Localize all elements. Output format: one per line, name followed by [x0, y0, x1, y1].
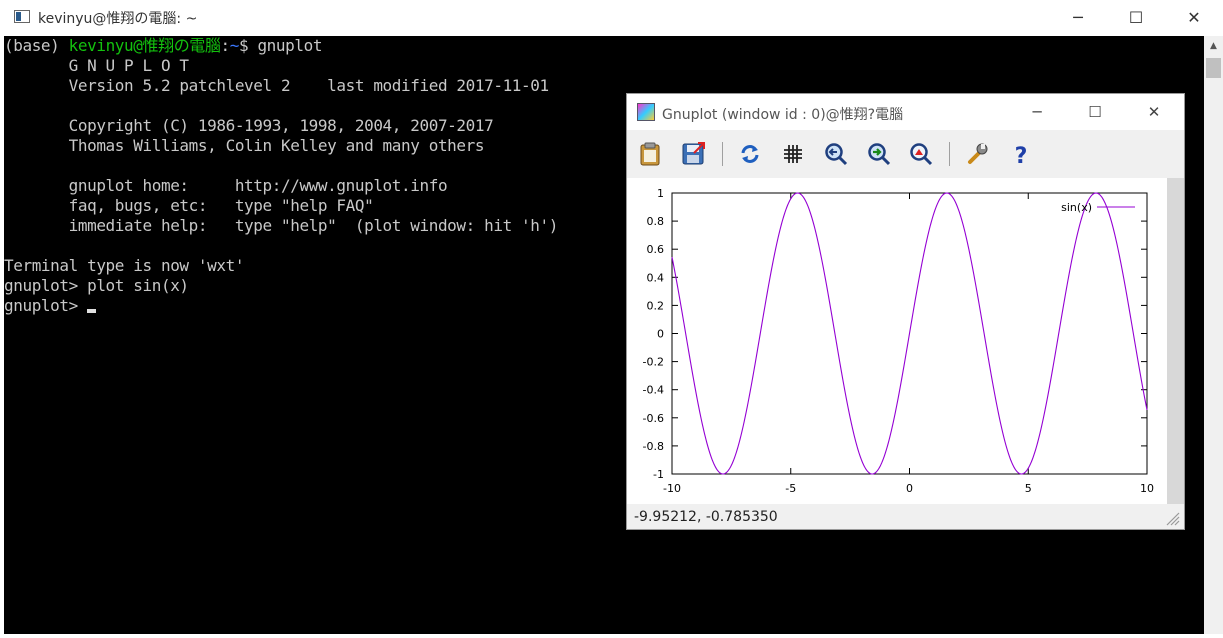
legend-label: sin(x)	[1061, 201, 1092, 214]
zoom-next-icon[interactable]	[864, 139, 894, 169]
y-tick-label: 0.4	[647, 271, 665, 284]
gnuplot-close-button[interactable]: ✕	[1125, 94, 1183, 130]
gnuplot-toolbar: ?	[627, 132, 1184, 178]
y-tick-label: 0.2	[647, 299, 665, 312]
x-tick-label: 10	[1140, 482, 1154, 495]
gnuplot-titlebar: Gnuplot (window id : 0)@惟翔?電腦 ─ ☐ ✕	[627, 94, 1184, 130]
replot-icon[interactable]	[735, 139, 765, 169]
terminal-cursor	[87, 309, 97, 313]
scrollbar-thumb[interactable]	[1206, 58, 1221, 78]
config-wrench-icon[interactable]	[963, 139, 993, 169]
terminal-scrollbar[interactable]: ▲	[1204, 36, 1223, 634]
terminal-window-title: kevinyu@惟翔の電腦: ~	[38, 11, 198, 27]
help-icon[interactable]: ?	[1006, 139, 1036, 169]
x-tick-label: -10	[663, 482, 681, 495]
x-tick-label: 0	[906, 482, 913, 495]
terminal-titlebar: kevinyu@惟翔の電腦: ~ ─ ☐ ✕	[0, 0, 1223, 36]
terminal-text: (base) kevinyu@惟翔の電腦:~$ gnuplot G N U P …	[4, 36, 558, 316]
resize-grip-icon[interactable]	[1164, 510, 1180, 526]
terminal-maximize-button[interactable]: ☐	[1107, 0, 1165, 34]
gnuplot-statusbar: -9.95212, -0.785350	[627, 504, 1184, 529]
copy-clipboard-icon[interactable]	[635, 139, 665, 169]
y-tick-label: -0.2	[643, 356, 664, 369]
y-tick-label: 0.6	[647, 243, 665, 256]
y-tick-label: 1	[657, 187, 664, 200]
svg-text:?: ?	[1015, 144, 1028, 167]
gnuplot-maximize-button[interactable]: ☐	[1066, 94, 1124, 130]
y-tick-label: -0.6	[643, 412, 664, 425]
plot-canvas[interactable]: 1 0.8 0.6 0.4 0.2 0 -0.2 -0.4 -0.6 -0.8 -1 -10 -5 0 5 1…	[627, 178, 1167, 504]
gnuplot-banner: G N U P L O T Version 5.2 patchlevel 2 l…	[4, 56, 558, 315]
export-icon[interactable]	[678, 139, 708, 169]
prompt-user: kevinyu@惟翔の電腦	[68, 36, 221, 55]
x-tick-label: 5	[1025, 482, 1032, 495]
toolbar-separator	[722, 142, 723, 166]
y-tick-label: 0	[657, 328, 664, 341]
prompt-env: (base)	[4, 36, 69, 55]
terminal-close-button[interactable]: ✕	[1165, 0, 1223, 34]
mouse-coordinates: -9.95212, -0.785350	[634, 509, 778, 525]
toolbar-separator	[949, 142, 950, 166]
grid-icon[interactable]	[778, 139, 808, 169]
y-tick-label: -0.8	[643, 440, 664, 453]
gnuplot-minimize-button[interactable]: ─	[1008, 94, 1066, 130]
series-line-sin-x	[671, 192, 1148, 475]
zoom-previous-icon[interactable]	[821, 139, 851, 169]
autoscale-icon[interactable]	[906, 139, 936, 169]
prompt-dir: ~	[229, 36, 240, 55]
x-tick-label: -5	[785, 482, 796, 495]
gnuplot-window: Gnuplot (window id : 0)@惟翔?電腦 ─ ☐ ✕ ? 1 …	[626, 93, 1185, 530]
prompt-command: $ gnuplot	[238, 36, 323, 55]
y-tick-label: -1	[653, 468, 664, 481]
terminal-minimize-button[interactable]: ─	[1049, 0, 1107, 34]
gnuplot-window-title: Gnuplot (window id : 0)@惟翔?電腦	[662, 107, 904, 123]
terminal-app-icon	[14, 10, 30, 23]
plot-side-strip	[1167, 178, 1184, 504]
y-tick-label: 0.8	[647, 215, 665, 228]
y-tick-label: -0.4	[643, 384, 664, 397]
gnuplot-app-icon	[637, 103, 655, 121]
scroll-up-arrow-icon[interactable]: ▲	[1204, 36, 1223, 56]
prompt-colon: :	[220, 36, 231, 55]
plot-svg: 1 0.8 0.6 0.4 0.2 0 -0.2 -0.4 -0.6 -0.8 -1-10 -5 0 5 1…	[643, 187, 1154, 495]
